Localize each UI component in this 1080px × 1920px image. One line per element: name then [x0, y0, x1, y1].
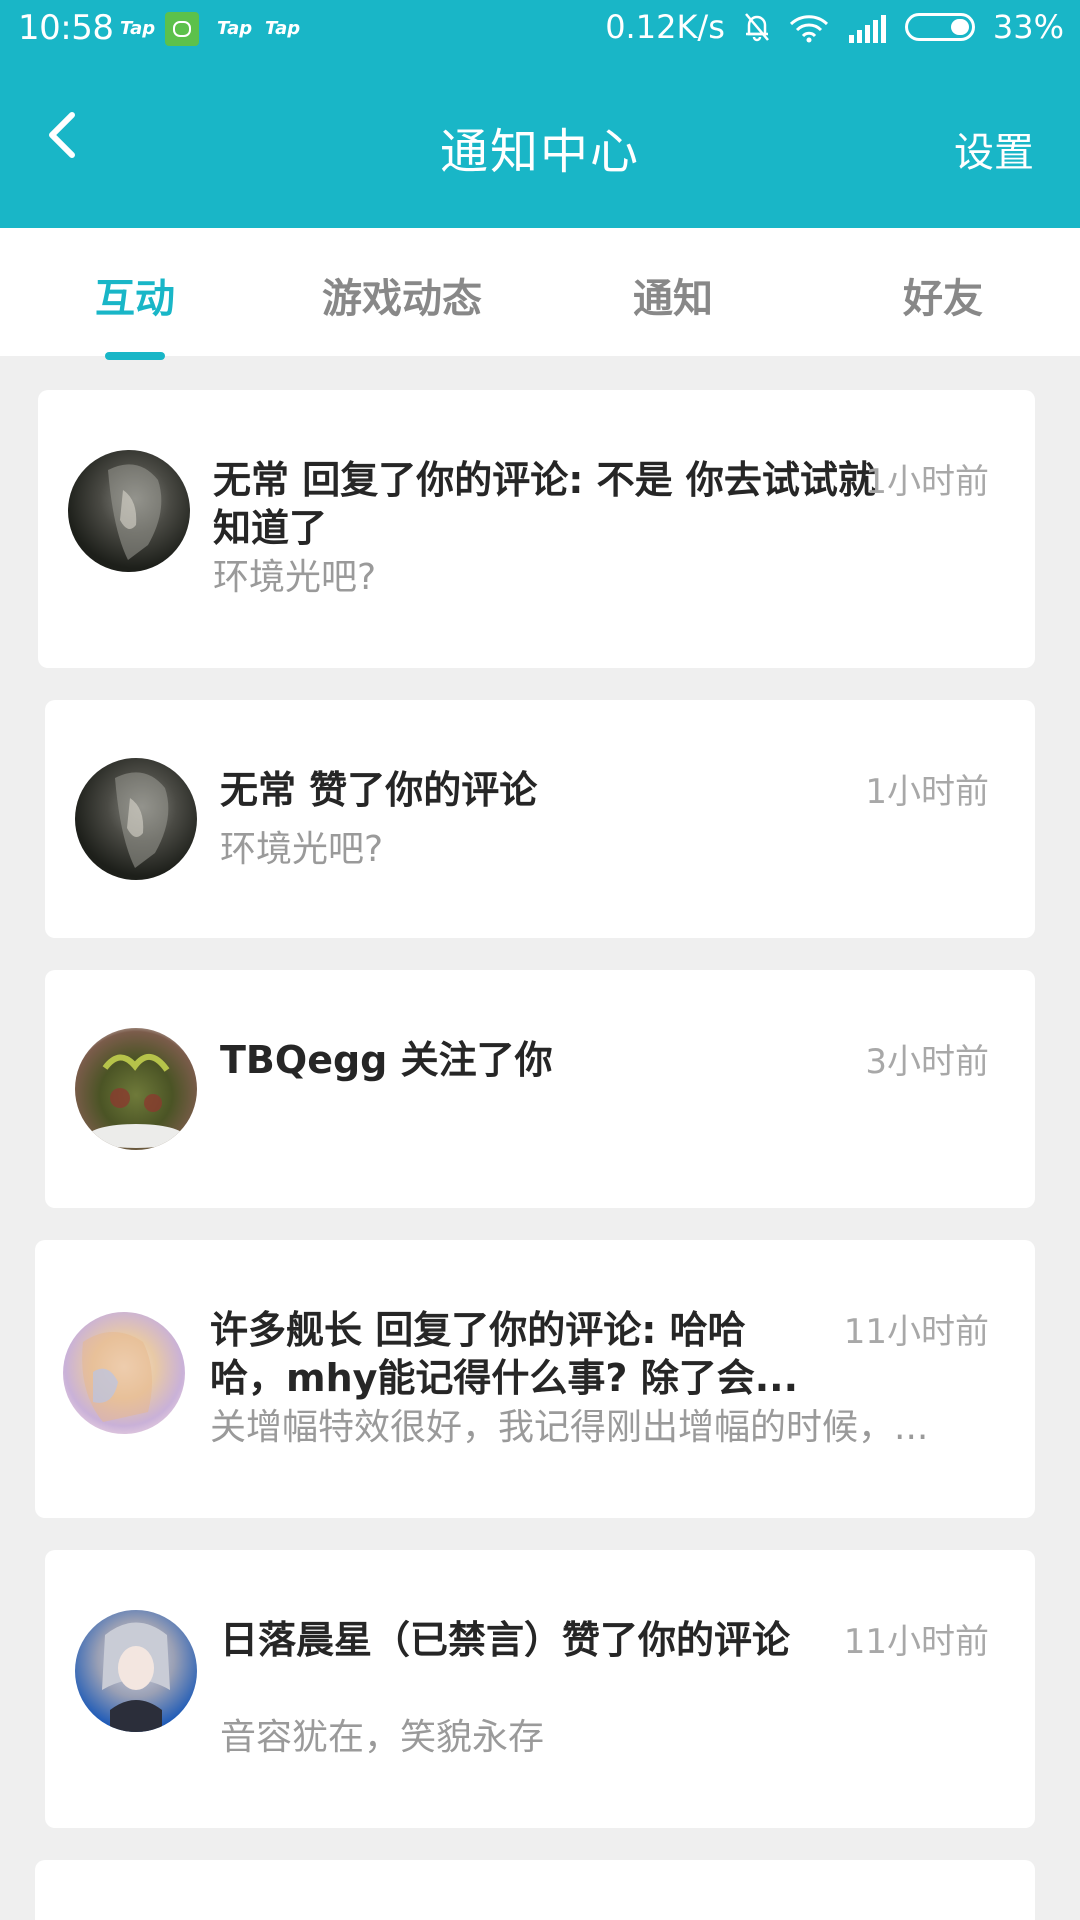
notification-subtitle: 环境光吧? — [220, 829, 384, 870]
notification-title: 日落晨星（已禁言）赞了你的评论 — [220, 1618, 791, 1662]
net-speed: 0.12K/s — [605, 8, 725, 46]
battery-icon — [904, 13, 975, 41]
tab-friends[interactable]: 好友 — [903, 266, 983, 324]
notification-time: 11小时前 — [843, 1312, 989, 1352]
notification-subtitle: 关增幅特效很好，我记得刚出增幅的时候，... — [210, 1407, 929, 1448]
user-avatar[interactable] — [75, 758, 197, 880]
tab-interaction[interactable]: 互动 — [95, 266, 175, 324]
notification-title: 许多舰长 回复了你的评论: 哈哈哈，mhy能记得什么事? 除了会... — [210, 1308, 798, 1400]
tap-notification-icon: Tap — [265, 18, 301, 39]
notification-time: 1小时前 — [865, 462, 989, 502]
notification-card[interactable]: 日落晨星（已禁言）赞了你的评论 音容犹在，笑貌永存 11小时前 — [45, 1550, 1035, 1828]
settings-button[interactable]: 设置 — [954, 120, 1034, 178]
tap-notification-icon: Tap — [217, 18, 253, 39]
tab-notifications[interactable]: 通知 — [633, 266, 713, 324]
notification-title: 无常 回复了你的评论: 不是 你去试试就知道了 — [213, 458, 876, 550]
notification-title: 无常 赞了你的评论 — [220, 768, 538, 812]
user-avatar[interactable] — [68, 450, 190, 572]
notification-time: 3小时前 — [865, 1042, 989, 1082]
active-tab-indicator — [105, 352, 165, 360]
app-cat-icon — [165, 12, 199, 46]
notification-card[interactable]: 无常 回复了你的评论: 不是 你去试试就知道了 环境光吧? 1小时前 — [38, 390, 1035, 668]
notification-time: 1小时前 — [865, 772, 989, 812]
battery-percent: 33% — [992, 8, 1064, 46]
page-title: 通知中心 — [439, 124, 640, 180]
notification-time: 11小时前 — [843, 1622, 989, 1662]
status-bar: 10:58 Tap Tap Tap 0.12K/s 33% — [0, 0, 1080, 60]
notification-subtitle: 音容犹在，笑貌永存 — [220, 1717, 545, 1758]
notification-card[interactable]: 无常 赞了你的评论 环境光吧? 1小时前 — [45, 700, 1035, 938]
status-time: 10:58 — [18, 8, 114, 48]
notification-card[interactable] — [35, 1860, 1035, 1920]
notification-card[interactable]: TBQegg 关注了你 3小时前 — [45, 970, 1035, 1208]
tab-game-updates[interactable]: 游戏动态 — [322, 266, 482, 324]
tab-bar: 互动 游戏动态 通知 好友 — [0, 228, 1080, 360]
signal-icon — [847, 13, 887, 43]
wifi-icon — [789, 13, 829, 43]
user-avatar[interactable] — [75, 1028, 197, 1150]
notification-card[interactable]: 许多舰长 回复了你的评论: 哈哈哈，mhy能记得什么事? 除了会... 关增幅特… — [35, 1240, 1035, 1518]
user-avatar[interactable] — [75, 1610, 197, 1732]
user-avatar[interactable] — [63, 1312, 185, 1434]
mute-bell-icon — [743, 12, 771, 42]
app-bar: 通知中心 设置 — [0, 60, 1080, 228]
tap-notification-icon: Tap — [120, 18, 156, 39]
notification-title: TBQegg 关注了你 — [220, 1038, 553, 1082]
notification-subtitle: 环境光吧? — [213, 557, 377, 598]
